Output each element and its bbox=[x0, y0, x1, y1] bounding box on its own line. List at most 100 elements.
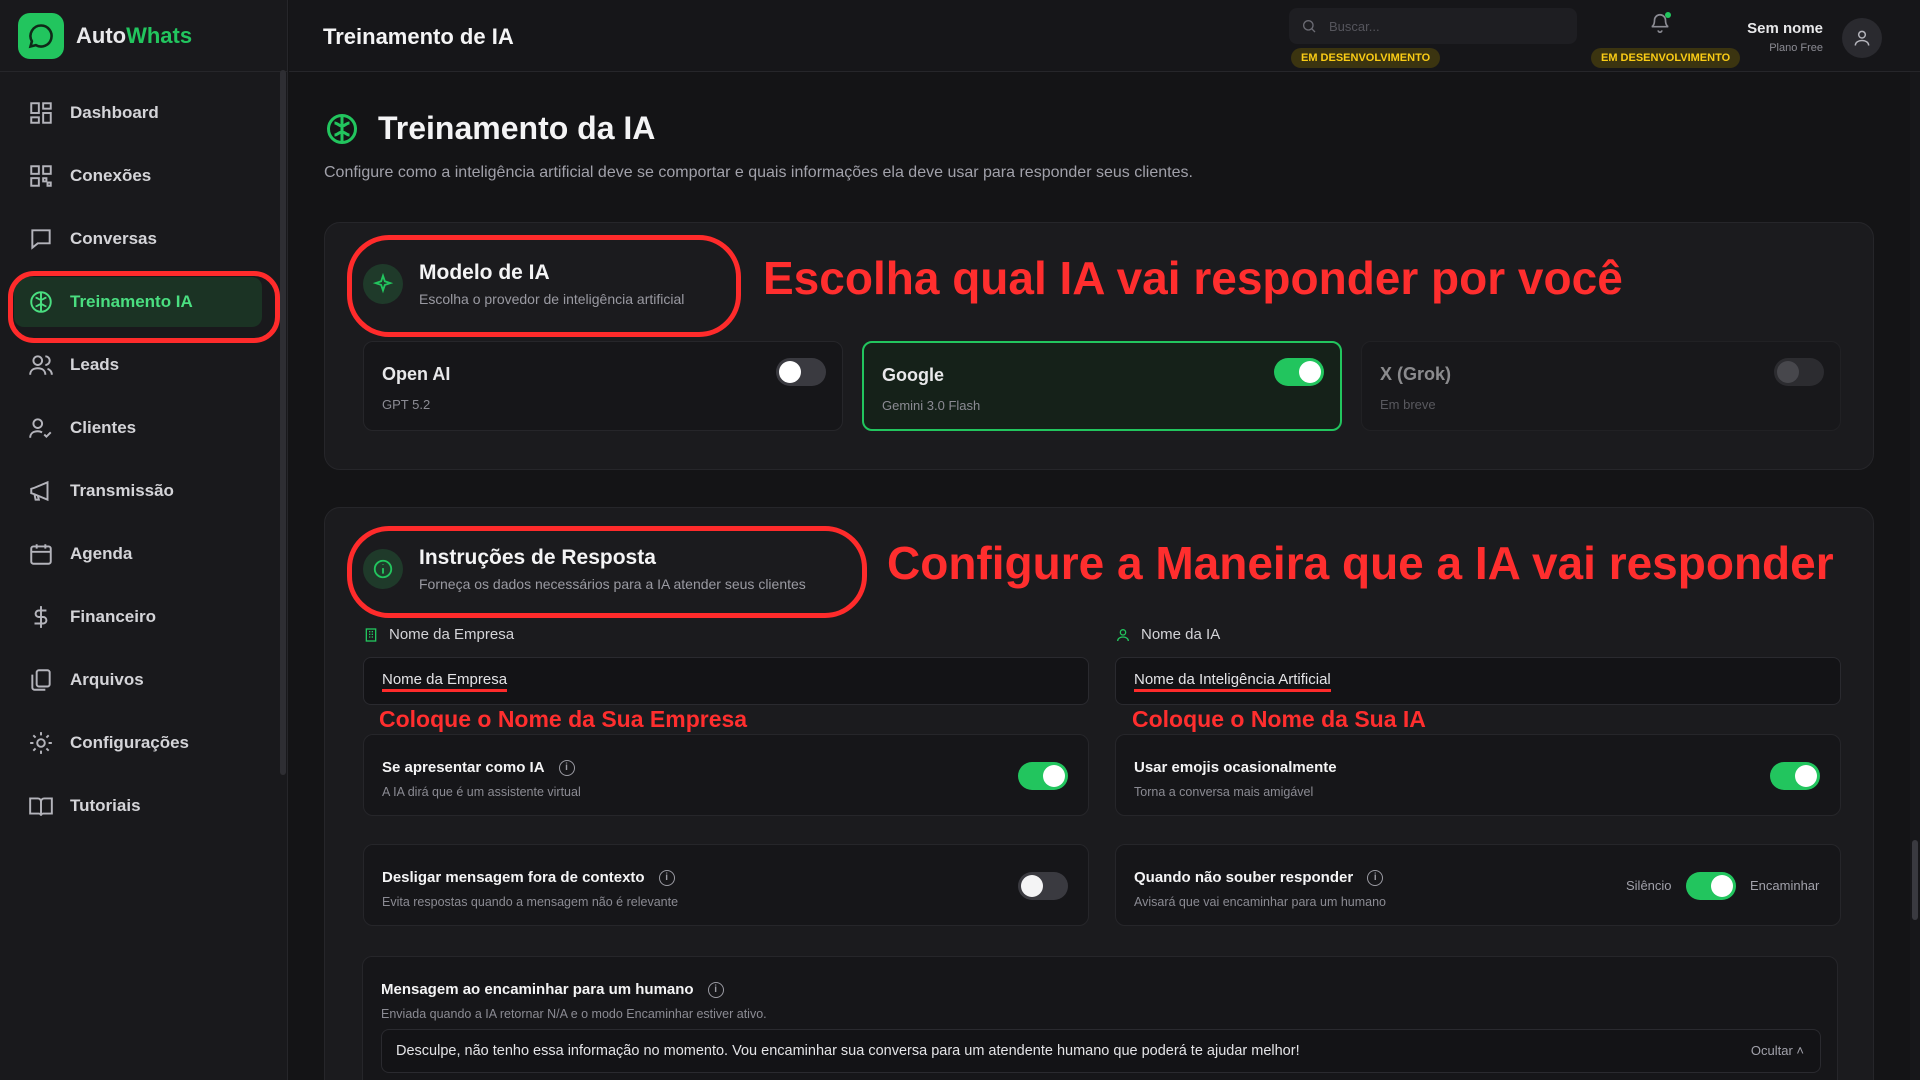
book-icon bbox=[29, 797, 53, 816]
user-plan: Plano Free bbox=[1769, 42, 1823, 54]
company-name-input[interactable]: Nome da Empresa bbox=[363, 657, 1089, 705]
off-context-toggle[interactable] bbox=[1018, 872, 1068, 900]
handoff-message-field[interactable]: Desculpe, não tenho essa informação no m… bbox=[381, 1029, 1821, 1073]
option-title: Desligar mensagem fora de contexto i bbox=[382, 869, 675, 886]
sidebar-item-label: Treinamento IA bbox=[70, 292, 193, 311]
option-off-context: Desligar mensagem fora de contexto i Evit… bbox=[363, 844, 1089, 926]
instructions-section-header: Instruções de Resposta Forneça os dados … bbox=[363, 546, 806, 592]
user-name[interactable]: Sem nome bbox=[1747, 20, 1823, 37]
google-toggle[interactable] bbox=[1274, 358, 1324, 386]
company-name-label: Nome da Empresa bbox=[363, 626, 514, 643]
search-icon bbox=[1303, 20, 1316, 33]
provider-card-google[interactable]: Google Gemini 3.0 Flash bbox=[862, 341, 1342, 431]
sidebar-item-treinamento-ia[interactable]: Treinamento IA bbox=[8, 271, 280, 343]
sidebar-item-leads[interactable]: Leads bbox=[14, 340, 262, 390]
provider-card-grok: X (Grok) Em breve bbox=[1361, 341, 1841, 431]
provider-name: Google bbox=[882, 365, 944, 385]
option-use-emojis: Usar emojis ocasionalmente Torna a conve… bbox=[1115, 734, 1841, 816]
ai-name-placeholder: Nome da Inteligência Artificial bbox=[1134, 671, 1331, 692]
notifications-button[interactable] bbox=[1649, 12, 1673, 36]
handoff-desc: Enviada quando a IA retornar N/A e o mod… bbox=[381, 1007, 767, 1021]
annotation-model: Escolha qual IA vai responder por você bbox=[763, 252, 1623, 304]
sidebar-item-label: Agenda bbox=[70, 544, 133, 563]
info-icon[interactable]: i bbox=[558, 759, 575, 776]
search-placeholder: Buscar... bbox=[1329, 18, 1380, 34]
handoff-message-panel: Mensagem ao encaminhar para um humano i E… bbox=[362, 956, 1838, 1080]
sidebar-item-transmissao[interactable]: Transmissão bbox=[14, 466, 262, 516]
instructions-section-title: Instruções de Resposta bbox=[419, 546, 656, 569]
sidebar-item-label: Conversas bbox=[70, 229, 157, 248]
sparkle-icon bbox=[363, 264, 403, 304]
provider-name: X (Grok) bbox=[1380, 364, 1452, 384]
provider-card-openai[interactable]: Open AI GPT 5.2 bbox=[363, 341, 843, 431]
sidebar-scrollbar[interactable] bbox=[280, 70, 286, 775]
users-icon bbox=[29, 355, 53, 375]
info-icon[interactable]: i bbox=[1367, 869, 1384, 886]
option-desc: Evita respostas quando a mensagem não é … bbox=[382, 895, 679, 909]
option-title: Se apresentar como IA i bbox=[382, 759, 575, 776]
sidebar-item-clientes[interactable]: Clientes bbox=[14, 403, 262, 453]
sidebar-item-configuracoes[interactable]: Configurações bbox=[14, 718, 262, 768]
page-title: Treinamento da IA bbox=[378, 110, 656, 146]
qrcode-icon bbox=[30, 165, 52, 187]
provider-model: Gemini 3.0 Flash bbox=[882, 398, 981, 413]
hide-button[interactable]: Ocultar ˄ bbox=[1751, 1043, 1804, 1058]
brain-icon bbox=[327, 113, 357, 144]
chevron-up-icon: ˄ bbox=[1796, 1043, 1804, 1058]
top-header: Treinamento de IA Buscar... EM DESENVOLV… bbox=[289, 0, 1920, 72]
introduce-as-ai-toggle[interactable] bbox=[1018, 762, 1068, 790]
sidebar-item-arquivos[interactable]: Arquivos bbox=[14, 655, 262, 705]
forward-mode-toggle[interactable] bbox=[1686, 872, 1736, 900]
ai-name-label: Nome da IA bbox=[1115, 626, 1220, 643]
sidebar-item-label: Transmissão bbox=[70, 481, 174, 500]
user-check-icon bbox=[29, 418, 52, 439]
sidebar-item-label: Arquivos bbox=[70, 670, 144, 689]
avatar[interactable] bbox=[1842, 18, 1882, 58]
dev-badge-search: EM DESENVOLVIMENTO bbox=[1291, 48, 1441, 68]
forward-label: Encaminhar bbox=[1750, 878, 1820, 893]
files-icon bbox=[31, 669, 51, 691]
sidebar-item-label: Leads bbox=[70, 355, 120, 374]
sidebar-item-agenda[interactable]: Agenda bbox=[14, 529, 262, 579]
annotation-ai-name: Coloque o Nome da Sua IA bbox=[1132, 706, 1426, 732]
sidebar-item-label: Tutoriais bbox=[70, 796, 141, 815]
info-circle-icon bbox=[363, 549, 403, 589]
annotation-company-name: Coloque o Nome da Sua Empresa bbox=[379, 706, 748, 732]
sidebar-item-dashboard[interactable]: Dashboard bbox=[14, 88, 262, 138]
handoff-message-text: Desculpe, não tenho essa informação no m… bbox=[396, 1043, 1300, 1059]
sidebar-item-label: Configurações bbox=[70, 733, 190, 752]
option-desc: A IA dirá que é um assistente virtual bbox=[382, 785, 581, 799]
model-section-desc: Escolha o provedor de inteligência artif… bbox=[419, 291, 685, 307]
header-title: Treinamento de IA bbox=[323, 24, 514, 49]
brain-icon bbox=[30, 291, 52, 313]
info-icon[interactable]: i bbox=[707, 981, 724, 998]
sidebar-item-tutoriais[interactable]: Tutoriais bbox=[14, 781, 262, 831]
option-title: Quando não souber responder i bbox=[1134, 869, 1384, 886]
ai-model-card: Modelo de IA Escolha o provedor de intel… bbox=[324, 222, 1874, 470]
user-icon bbox=[1117, 628, 1129, 641]
option-title: Usar emojis ocasionalmente bbox=[1134, 759, 1337, 776]
provider-model: Em breve bbox=[1380, 397, 1436, 412]
sidebar-item-conexoes[interactable]: Conexões bbox=[14, 151, 262, 201]
grid-icon bbox=[30, 102, 52, 124]
use-emojis-toggle[interactable] bbox=[1770, 762, 1820, 790]
search-input[interactable]: Buscar... bbox=[1289, 8, 1577, 44]
ai-name-input[interactable]: Nome da Inteligência Artificial bbox=[1115, 657, 1841, 705]
option-introduce-as-ai: Se apresentar como IA i A IA dirá que é u… bbox=[363, 734, 1089, 816]
sidebar: AutoWhats Dashboard Conexões Conversas T… bbox=[0, 0, 288, 1080]
silence-label: Silêncio bbox=[1626, 878, 1672, 893]
option-desc: Torna a conversa mais amigável bbox=[1134, 785, 1314, 799]
page-subtitle: Configure como a inteligência artificial… bbox=[324, 164, 1193, 181]
gear-icon bbox=[30, 732, 52, 754]
sidebar-item-conversas[interactable]: Conversas bbox=[14, 214, 262, 264]
provider-model: GPT 5.2 bbox=[382, 397, 431, 412]
response-instructions-card: Instruções de Resposta Forneça os dados … bbox=[324, 507, 1874, 1080]
main-scrollbar[interactable] bbox=[1910, 72, 1920, 1080]
sidebar-item-financeiro[interactable]: Financeiro bbox=[14, 592, 262, 642]
info-icon[interactable]: i bbox=[658, 869, 675, 886]
openai-toggle[interactable] bbox=[776, 358, 826, 386]
logo[interactable]: AutoWhats bbox=[0, 0, 287, 72]
sidebar-item-label: Financeiro bbox=[70, 607, 156, 626]
megaphone-icon bbox=[30, 480, 49, 502]
model-section-title: Modelo de IA bbox=[419, 261, 550, 284]
